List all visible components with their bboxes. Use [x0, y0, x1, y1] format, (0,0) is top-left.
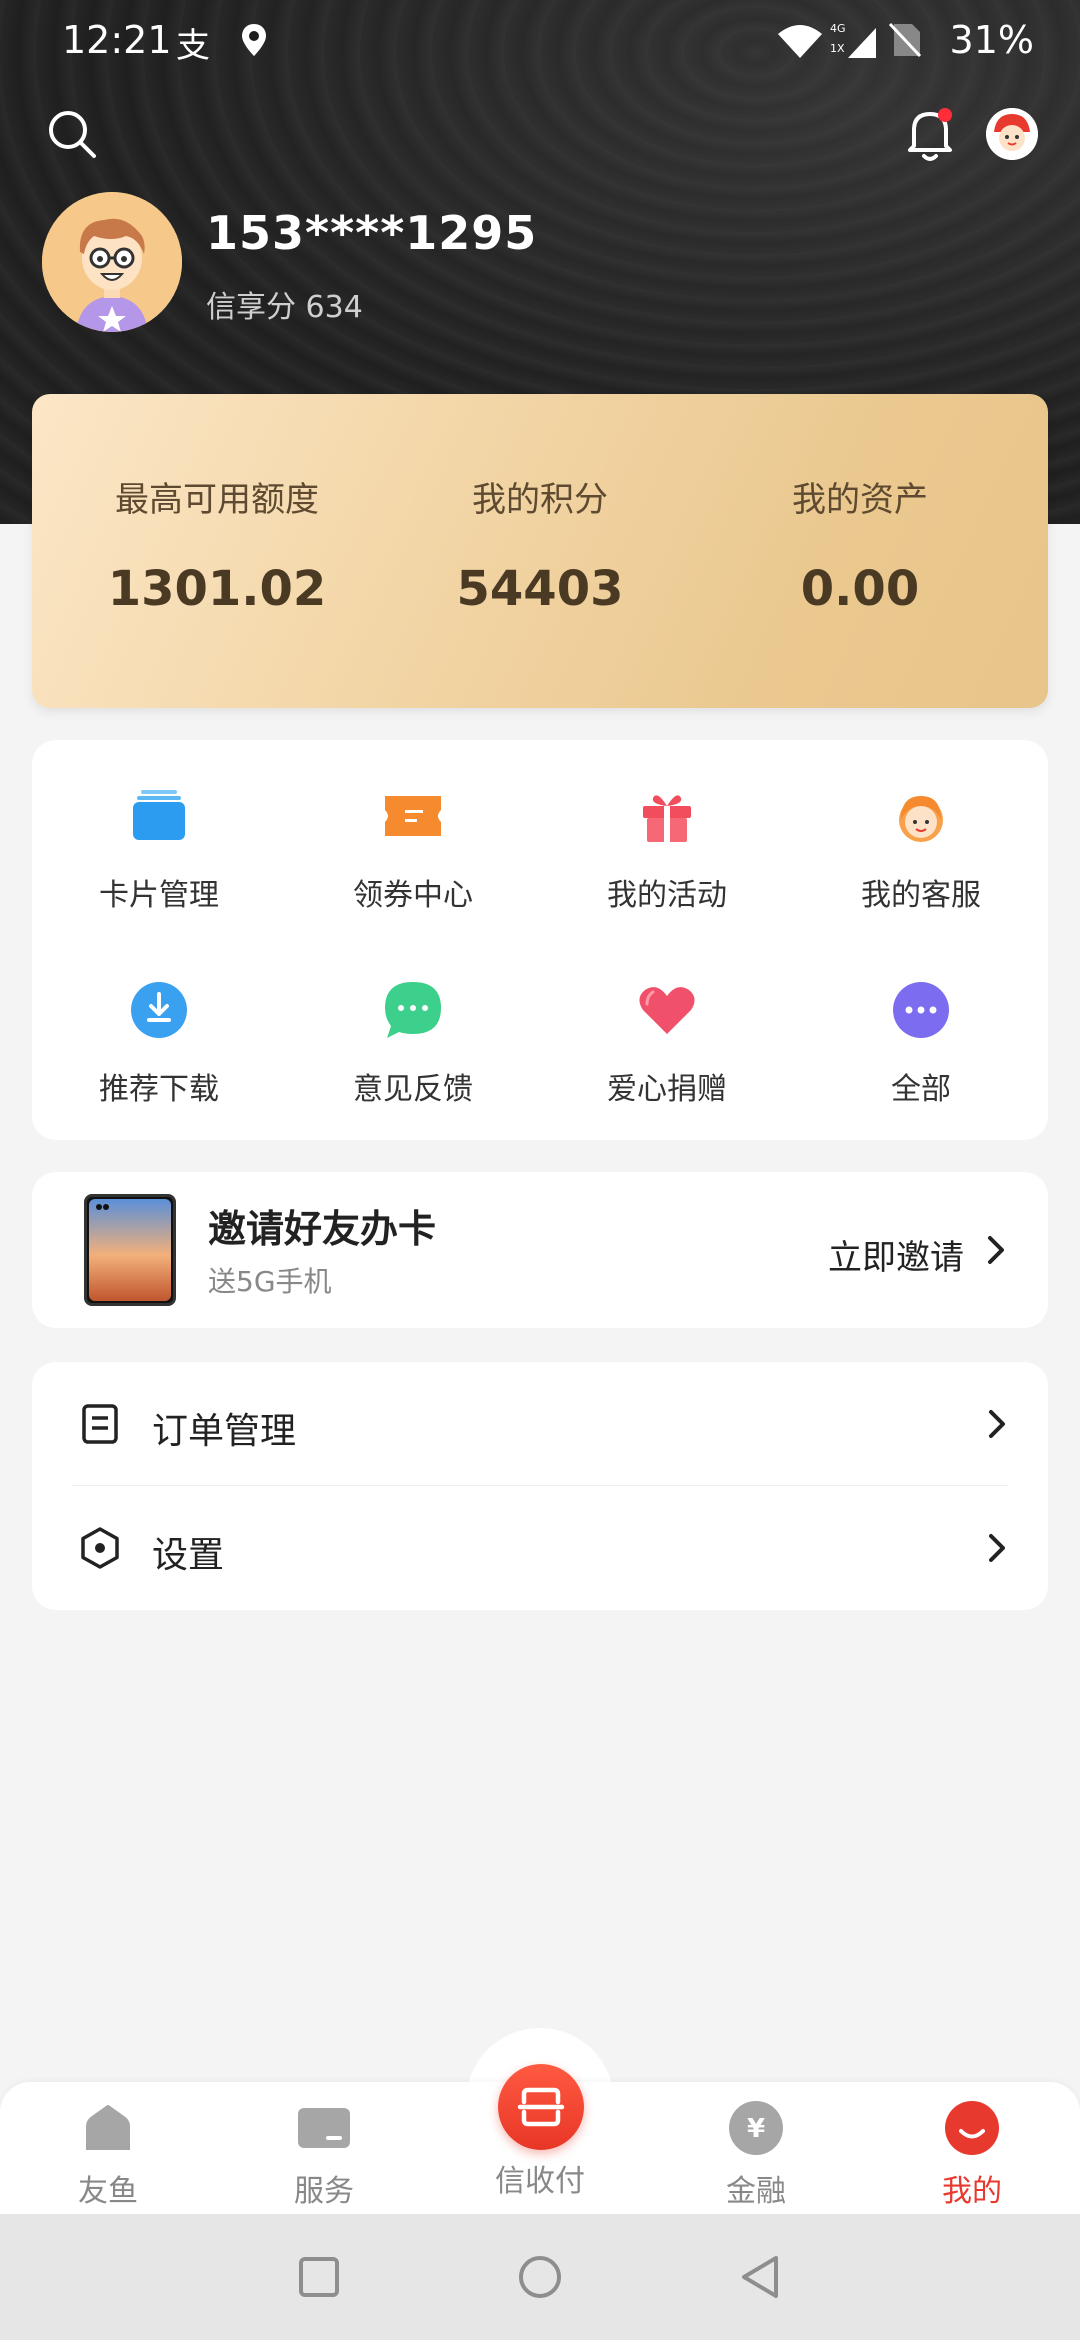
chevron-right-icon	[988, 1236, 1004, 1264]
menu-list: 订单管理 设置	[32, 1362, 1048, 1610]
asset-label: 我的积分	[472, 480, 608, 520]
tab-xinshoufu[interactable]: 信收付	[450, 2150, 630, 2200]
alipay-icon: 支	[176, 26, 210, 66]
shortcut-label: 卡片管理	[99, 878, 219, 913]
shortcut-label: 我的活动	[607, 878, 727, 913]
status-time: 12:21	[62, 18, 172, 62]
phone-screen	[89, 1199, 171, 1301]
shortcut-card-management[interactable]: 卡片管理	[32, 784, 286, 914]
avatar[interactable]	[42, 192, 182, 332]
asset-value: 1301.02	[107, 561, 327, 617]
shortcut-label: 推荐下载	[99, 1072, 219, 1107]
customer-service-icon	[899, 796, 943, 842]
shortcut-label: 意见反馈	[353, 1072, 473, 1107]
asset-credit-limit[interactable]: 最高可用额度 1301.02	[57, 472, 377, 617]
mascot-avatar-button[interactable]	[986, 108, 1038, 160]
home-icon	[86, 2105, 130, 2150]
chevron-right-icon	[989, 1534, 1005, 1562]
more-icon	[893, 982, 949, 1038]
shortcut-customer-service[interactable]: 我的客服	[794, 784, 1048, 914]
asset-value: 0.00	[800, 561, 920, 617]
asset-holdings[interactable]: 我的资产 0.00	[700, 472, 1020, 617]
settings-icon	[81, 1527, 119, 1569]
chevron-right-icon	[989, 1410, 1005, 1438]
system-nav-bar	[0, 2214, 1080, 2340]
feedback-icon	[385, 982, 441, 1038]
asset-value: 54403	[456, 561, 624, 617]
invite-now-link[interactable]: 立即邀请	[828, 1230, 964, 1279]
back-icon[interactable]	[736, 2252, 786, 2302]
tab-label: 服务	[294, 2174, 354, 2209]
shortcut-label: 我的客服	[861, 878, 981, 913]
menu-label: 订单管理	[152, 1411, 297, 1452]
svg-text:¥: ¥	[747, 2114, 765, 2144]
asset-label: 我的资产	[792, 480, 928, 520]
tab-mine[interactable]: 我的	[882, 2100, 1062, 2210]
score-value: 634	[305, 290, 363, 325]
search-icon[interactable]	[44, 106, 100, 162]
no-sim-icon	[888, 22, 922, 58]
avatar-image	[42, 192, 182, 332]
asset-points[interactable]: 我的积分 54403	[380, 472, 700, 617]
menu-item-order-management[interactable]: 订单管理	[32, 1362, 1048, 1486]
svg-text:1X: 1X	[830, 42, 845, 55]
notification-button[interactable]	[900, 104, 960, 166]
shortcut-my-activities[interactable]: 我的活动	[540, 784, 794, 914]
menu-item-settings[interactable]: 设置	[32, 1486, 1048, 1610]
shortcut-label: 全部	[891, 1072, 951, 1107]
yen-icon: ¥	[729, 2101, 783, 2155]
invite-title: 邀请好友办卡	[208, 1207, 437, 1251]
location-icon	[242, 24, 266, 56]
shortcut-label: 爱心捐赠	[607, 1072, 727, 1107]
asset-summary-card: 最高可用额度 1301.02 我的积分 54403 我的资产 0.00	[32, 394, 1048, 708]
invite-subtitle: 送5G手机	[208, 1265, 332, 1298]
user-credit-score: 信享分 634	[206, 282, 363, 326]
profile-icon	[945, 2101, 999, 2155]
recent-apps-icon[interactable]	[294, 2252, 344, 2302]
status-bar: 12:21 支 4G 1X 31%	[0, 0, 1080, 84]
gift-icon	[643, 795, 691, 842]
asset-label: 最高可用额度	[115, 480, 319, 520]
user-name: 153****1295	[206, 206, 538, 260]
tab-label: 金融	[726, 2174, 786, 2209]
shortcut-grid: 卡片管理 领券中心 我的活动 我的客服 推荐下载 意见反馈 爱心捐赠 全部	[32, 740, 1048, 1140]
tab-youyu[interactable]: 友鱼	[18, 2100, 198, 2210]
invite-friend-banner[interactable]: 邀请好友办卡 送5G手机 立即邀请	[32, 1172, 1048, 1328]
tab-service[interactable]: 服务	[234, 2100, 414, 2210]
battery-percentage: 31%	[949, 18, 1034, 62]
tab-finance[interactable]: ¥ 金融	[666, 2100, 846, 2210]
shortcut-label: 领券中心	[353, 878, 473, 913]
shortcut-recommend-download[interactable]: 推荐下载	[32, 978, 286, 1108]
phone-image	[84, 1194, 176, 1306]
shortcut-feedback[interactable]: 意见反馈	[286, 978, 540, 1108]
coupon-icon	[385, 796, 441, 836]
svg-text:4G: 4G	[830, 22, 846, 35]
shortcut-charity-donation[interactable]: 爱心捐赠	[540, 978, 794, 1108]
signal-icon: 4G 1X	[830, 22, 876, 58]
mascot-icon	[986, 108, 1038, 160]
wifi-icon	[778, 25, 822, 58]
score-label: 信享分	[206, 290, 296, 325]
tab-label: 友鱼	[78, 2174, 138, 2209]
menu-label: 设置	[152, 1535, 225, 1576]
shortcut-all[interactable]: 全部	[794, 978, 1048, 1108]
tab-label: 我的	[942, 2174, 1002, 2209]
scan-pay-button[interactable]	[498, 2064, 584, 2150]
scan-icon	[517, 2087, 565, 2127]
notification-dot	[938, 108, 952, 122]
home-button-icon[interactable]	[515, 2252, 565, 2302]
service-icon	[298, 2108, 350, 2148]
download-icon	[131, 982, 187, 1038]
order-icon	[82, 1404, 118, 1444]
heart-icon	[639, 987, 695, 1034]
card-icon	[133, 790, 185, 840]
shortcut-coupon-center[interactable]: 领券中心	[286, 784, 540, 914]
tab-label: 信收付	[495, 2164, 585, 2199]
